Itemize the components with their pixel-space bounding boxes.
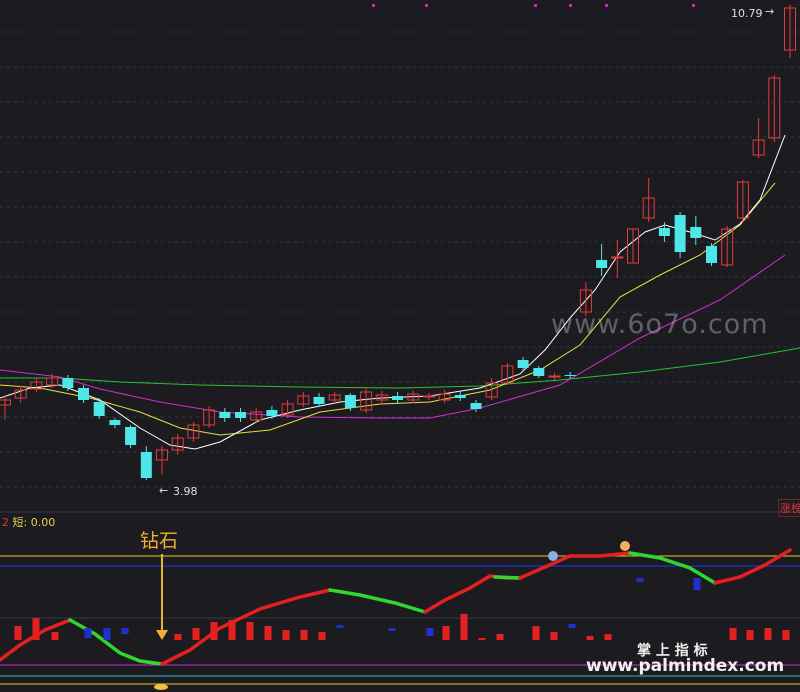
indicator-falling (493, 575, 522, 580)
top-dot (569, 4, 572, 7)
candle-body (596, 260, 608, 268)
histogram-bar (174, 634, 182, 640)
histogram-bar (32, 618, 40, 640)
candle-body (658, 228, 670, 236)
histogram-bar (550, 632, 558, 640)
candle-body (235, 412, 246, 418)
candle-body (533, 368, 545, 376)
indicator-value: 短: 0.00 (12, 516, 56, 529)
low-price-arrow: ← (159, 484, 169, 497)
histogram-bar (336, 625, 344, 628)
watermark: www.6o7o.com (551, 309, 769, 340)
candle-body (219, 412, 231, 418)
top-dot (425, 4, 428, 7)
histogram-bar (460, 614, 468, 640)
candle-body (454, 395, 466, 398)
histogram-bar (103, 628, 111, 640)
happy-face-icon (620, 541, 630, 551)
candle-body (62, 378, 74, 388)
histogram-bar (282, 630, 290, 640)
candle-body (564, 375, 576, 376)
histogram-bar (636, 578, 644, 582)
candle-body (313, 397, 325, 404)
histogram-bar (426, 628, 434, 636)
top-dot (372, 4, 375, 7)
histogram-bar (210, 622, 218, 640)
histogram-bar (318, 632, 326, 640)
histogram-bar (568, 624, 576, 628)
histogram-bar (746, 630, 754, 640)
candle-body (690, 227, 702, 238)
candle-body (422, 395, 435, 398)
histogram-bar (478, 638, 486, 640)
histogram-bar (604, 634, 612, 640)
histogram-bar (300, 630, 308, 640)
high-price-label: 10.79 (731, 7, 763, 20)
histogram-bar (192, 628, 200, 640)
histogram-bar (764, 628, 772, 640)
candle-body (78, 388, 89, 400)
histogram-bar (532, 626, 540, 640)
candle-body (93, 402, 105, 416)
footer-url: www.palmindex.com (586, 656, 785, 676)
histogram-bar (84, 628, 92, 638)
candle-body (266, 410, 278, 416)
histogram-bar (388, 628, 396, 631)
histogram-bar (264, 626, 272, 640)
histogram-bar (14, 626, 22, 640)
histogram-bar (228, 620, 236, 640)
top-dot (692, 4, 695, 7)
histogram-bar (693, 578, 701, 590)
chart-svg (0, 0, 800, 692)
histogram-bar (246, 622, 254, 640)
histogram-bar (121, 628, 129, 634)
top-dot (534, 4, 537, 7)
diamond-annotation: 钻石 (140, 530, 179, 552)
histogram-bar (782, 630, 790, 640)
histogram-bar (51, 632, 59, 640)
candle-body (344, 395, 356, 408)
indicator-header: 2 短: 0.00 (2, 514, 55, 530)
candle-body (517, 360, 529, 368)
candle-body (392, 396, 403, 400)
candle-body (548, 375, 561, 378)
candle-body (125, 427, 137, 445)
top-dot (605, 4, 608, 7)
candle-body (470, 403, 482, 409)
chart-background (0, 0, 800, 692)
indicator-prefix: 2 (2, 516, 9, 529)
candle-body (611, 256, 624, 259)
histogram-bar (496, 634, 504, 640)
candle-body (706, 246, 717, 263)
low-price-label: 3.98 (173, 485, 198, 498)
histogram-bar (442, 626, 450, 640)
candle-body (674, 215, 686, 252)
candle-body (140, 452, 152, 478)
tag-label: 涨榜 (778, 499, 800, 517)
histogram-bar (586, 636, 594, 640)
candle-body (109, 420, 121, 425)
bottom-marker-icon (154, 684, 168, 690)
sad-face-icon (548, 551, 558, 561)
high-price-arrow: → (765, 5, 775, 18)
histogram-bar (729, 628, 737, 640)
